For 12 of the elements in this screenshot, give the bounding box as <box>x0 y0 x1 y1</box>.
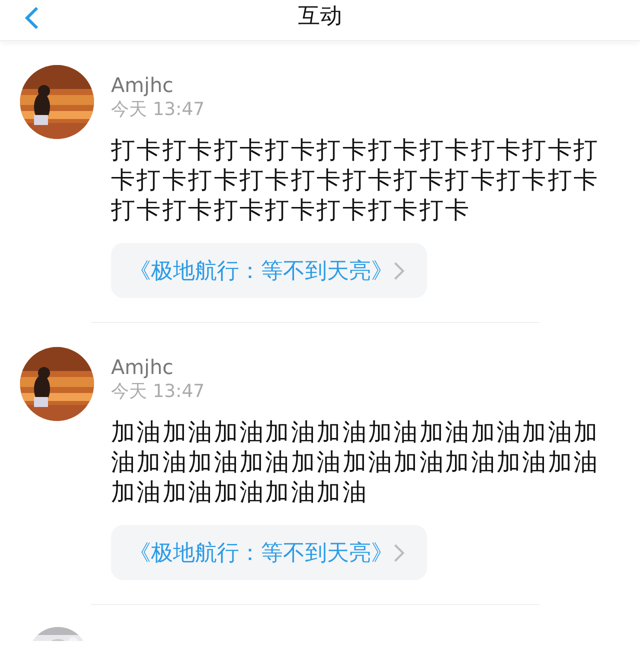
page-title: 互动 <box>298 3 342 31</box>
back-icon[interactable] <box>24 6 40 30</box>
chevron-icon <box>393 260 405 280</box>
chevron-icon <box>393 542 405 562</box>
link-card[interactable]: 《极地航行：等不到天亮》 <box>111 243 427 298</box>
post-time: 今天 13:47 <box>111 98 206 122</box>
user-name[interactable]: Amjhc <box>111 73 620 97</box>
user-name[interactable]: Amjhc <box>111 355 620 379</box>
post-text: 加油加油加油加油加油加油加油加油加油加油加油加油加油加油加油加油加油加油加油加油加油加油加油加油 <box>111 417 600 507</box>
post-text: 打卡打卡打卡打卡打卡打卡打卡打卡打卡打卡打卡打卡打卡打卡打卡打卡打卡打卡打卡打卡打卡打卡打卡打卡打卡打卡 <box>111 135 600 225</box>
link-card[interactable]: 《极地航行：等不到天亮》 <box>111 525 427 580</box>
post-time: 今天 13:47 <box>111 380 206 404</box>
